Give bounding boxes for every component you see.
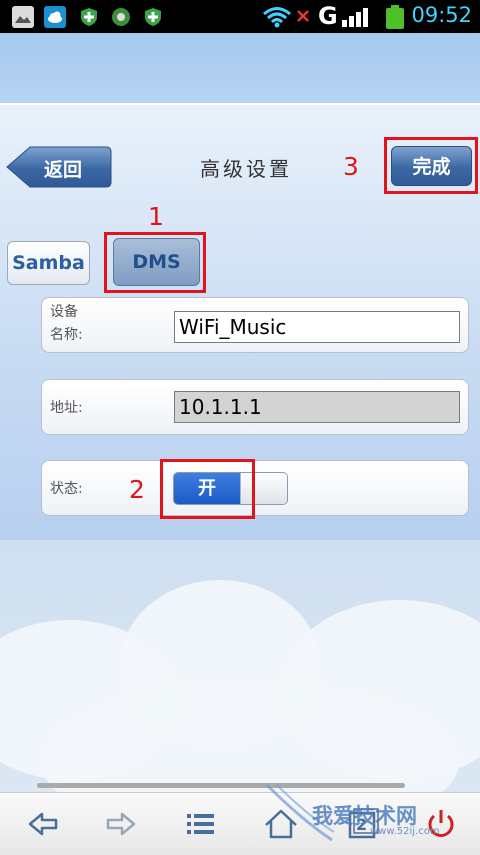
- cloud-background: [0, 540, 480, 792]
- cloud-icon: [44, 6, 66, 28]
- clock: 09:52: [411, 3, 472, 27]
- horizontal-scrollbar[interactable]: [37, 783, 405, 788]
- address-field: 10.1.1.1: [174, 391, 460, 423]
- status-bar: G 09:52: [0, 0, 480, 33]
- annotation-box-1: [104, 232, 206, 293]
- signal-icon: [342, 8, 368, 27]
- back-label: 返回: [44, 159, 83, 181]
- watermark-sub: www.52ij.com: [370, 826, 440, 837]
- annotation-number-2: 2: [129, 475, 145, 504]
- address-row: 地址: 10.1.1.1: [41, 379, 469, 435]
- no-signal-icon: [297, 10, 309, 22]
- annotation-box-3: [384, 137, 478, 194]
- tab-samba[interactable]: Samba: [7, 241, 90, 285]
- device-name-label-line1: 设备: [50, 304, 78, 320]
- forward-arrow-icon[interactable]: [98, 801, 144, 847]
- annotation-box-2: [160, 459, 255, 519]
- media-icon: [110, 6, 132, 28]
- page-title: 高级设置: [200, 157, 292, 181]
- device-name-input[interactable]: WiFi_Music: [174, 311, 460, 343]
- device-name-label-line2: 名称:: [50, 327, 83, 343]
- sky-band: [0, 33, 480, 103]
- address-label: 地址:: [50, 400, 83, 416]
- status-label: 状态:: [50, 481, 83, 497]
- annotation-number-1: 1: [148, 202, 164, 231]
- annotation-number-3: 3: [343, 152, 359, 181]
- network-type: G: [318, 2, 338, 30]
- battery-icon: [386, 5, 404, 29]
- device-name-row: 设备 名称: WiFi_Music: [41, 297, 469, 353]
- menu-list-icon[interactable]: [178, 801, 224, 847]
- power-icon[interactable]: [418, 801, 464, 847]
- back-arrow-icon[interactable]: [20, 801, 66, 847]
- shield-plus-icon: [78, 6, 100, 28]
- back-button[interactable]: 返回: [6, 146, 112, 188]
- shield-plus-icon: [142, 6, 164, 28]
- gallery-icon: [12, 6, 34, 28]
- wifi-icon: [263, 7, 291, 28]
